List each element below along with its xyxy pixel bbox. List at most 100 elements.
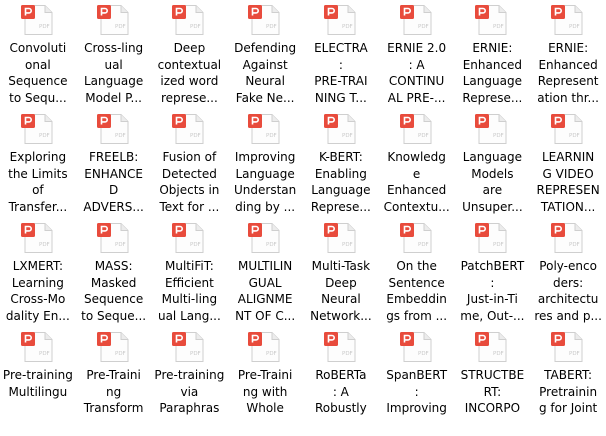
svg-text:PDF: PDF: [569, 351, 580, 357]
svg-text:PDF: PDF: [569, 133, 580, 139]
svg-text:PDF: PDF: [115, 24, 126, 30]
svg-text:PDF: PDF: [266, 351, 277, 357]
pdf-file-icon: PDF: [248, 332, 280, 362]
file-item[interactable]: PDF Defending Against Neural Fake Ne...: [227, 0, 303, 109]
file-item[interactable]: PDF RoBERTa : A Robustly: [303, 327, 379, 436]
pdf-file-icon: PDF: [475, 114, 507, 144]
svg-text:PDF: PDF: [569, 24, 580, 30]
file-name: Fusion of Detected Objects in Text for .…: [159, 150, 220, 214]
pdf-file-icon: PDF: [172, 332, 204, 362]
file-item[interactable]: PDF ERNIE 2.0 : A CONTINU AL PRE-...: [379, 0, 455, 109]
svg-text:PDF: PDF: [266, 133, 277, 139]
file-name: Multi-Task Deep Neural Network...: [310, 259, 372, 323]
file-name: LXMERT: Learning Cross-Mo dality En...: [5, 259, 70, 323]
file-item[interactable]: PDF MULTILIN GUAL ALIGNME NT OF C...: [227, 218, 303, 327]
file-item[interactable]: PDF Pre-Traini ng with Whole: [227, 327, 303, 436]
svg-text:PDF: PDF: [115, 133, 126, 139]
file-item[interactable]: PDF Knowledg e Enhanced Contextu...: [379, 109, 455, 218]
file-item[interactable]: PDF Poly-enco ders: architectu res and p.…: [530, 218, 606, 327]
file-name: ERNIE: Enhanced Language Represe...: [462, 41, 523, 105]
file-item[interactable]: PDF Deep contextual ized word represe...: [152, 0, 228, 109]
svg-text:PDF: PDF: [39, 133, 50, 139]
pdf-file-icon: PDF: [172, 114, 204, 144]
file-name: K-BERT: Enabling Language Represe...: [310, 150, 371, 214]
pdf-file-icon: PDF: [248, 114, 280, 144]
pdf-file-icon: PDF: [96, 5, 129, 35]
file-name: Poly-enco ders: architectu res and p...: [534, 259, 602, 323]
svg-text:PDF: PDF: [190, 24, 201, 30]
pdf-file-icon: PDF: [399, 332, 432, 362]
file-item[interactable]: PDF ERNIE: Enhanced Language Represe...: [455, 0, 531, 109]
file-item[interactable]: PDF Cross-ling ual Language Model P...: [76, 0, 152, 109]
svg-text:PDF: PDF: [493, 242, 504, 248]
file-name: Cross-ling ual Language Model P...: [84, 41, 144, 105]
svg-text:PDF: PDF: [39, 24, 50, 30]
svg-text:PDF: PDF: [115, 351, 126, 357]
file-item[interactable]: PDF Exploring the Limits of Transfer...: [0, 109, 76, 218]
file-grid: PDF Convoluti onal Sequence to Sequ... PDF…: [0, 0, 606, 418]
file-item[interactable]: PDF LEARNIN G VIDEO REPRESEN TATION...: [530, 109, 606, 218]
file-name: Language Models are Unsuper...: [462, 150, 523, 214]
svg-text:PDF: PDF: [266, 242, 277, 248]
file-item[interactable]: PDF SpanBERT : Improving: [379, 327, 455, 436]
file-item[interactable]: PDF TABERT: Pretrainin g for Joint: [530, 327, 606, 436]
file-item[interactable]: PDF Improving Language Understan ding by …: [227, 109, 303, 218]
svg-text:PDF: PDF: [418, 242, 429, 248]
svg-text:PDF: PDF: [39, 351, 50, 357]
pdf-file-icon: PDF: [399, 223, 432, 253]
pdf-file-icon: PDF: [551, 332, 583, 362]
file-item[interactable]: PDF Fusion of Detected Objects in Text fo…: [152, 109, 228, 218]
pdf-file-icon: PDF: [551, 114, 583, 144]
file-name: LEARNIN G VIDEO REPRESEN TATION...: [536, 150, 600, 214]
file-item[interactable]: PDF FREELB: ENHANCE D ADVERS...: [76, 109, 152, 218]
file-name: SpanBERT : Improving: [386, 368, 448, 415]
file-item[interactable]: PDF ELECTRA : PRE-TRAI NING T...: [303, 0, 379, 109]
pdf-file-icon: PDF: [20, 223, 53, 253]
file-name: Deep contextual ized word represe...: [157, 41, 222, 105]
svg-text:PDF: PDF: [418, 351, 429, 357]
pdf-file-icon: PDF: [248, 5, 280, 35]
file-item[interactable]: PDF MASS: Masked Sequence to Seque...: [76, 218, 152, 327]
file-item[interactable]: PDF PatchBERT : Just-in-Ti me, Out-...: [455, 218, 531, 327]
file-item[interactable]: PDF Multi-Task Deep Neural Network...: [303, 218, 379, 327]
svg-text:PDF: PDF: [493, 133, 504, 139]
svg-text:PDF: PDF: [190, 133, 201, 139]
file-item[interactable]: PDF LXMERT: Learning Cross-Mo dality En..…: [0, 218, 76, 327]
file-item[interactable]: PDF On the Sentence Embeddin gs from ...: [379, 218, 455, 327]
pdf-file-icon: PDF: [475, 223, 507, 253]
file-item[interactable]: PDF Convoluti onal Sequence to Sequ...: [0, 0, 76, 109]
file-name: Pre-Traini ng with Whole: [237, 368, 293, 415]
svg-text:PDF: PDF: [569, 242, 580, 248]
file-item[interactable]: PDF Pre-Traini ng Transform: [76, 327, 152, 436]
file-item[interactable]: PDF STRUCTBE RT: INCORPO: [455, 327, 531, 436]
file-name: Improving Language Understan ding by ...: [234, 150, 297, 214]
file-name: MULTILIN GUAL ALIGNME NT OF C...: [235, 259, 296, 323]
file-name: ERNIE 2.0 : A CONTINU AL PRE-...: [387, 41, 447, 105]
file-name: Pre-training Multilingu: [2, 368, 73, 399]
svg-text:PDF: PDF: [342, 351, 353, 357]
file-name: Defending Against Neural Fake Ne...: [234, 41, 297, 105]
file-item[interactable]: PDF Pre-training via Paraphras: [152, 327, 228, 436]
pdf-file-icon: PDF: [551, 5, 583, 35]
pdf-file-icon: PDF: [20, 332, 53, 362]
pdf-file-icon: PDF: [323, 114, 356, 144]
svg-text:PDF: PDF: [266, 24, 277, 30]
pdf-file-icon: PDF: [20, 114, 53, 144]
file-item[interactable]: PDF Pre-training Multilingu: [0, 327, 76, 436]
pdf-file-icon: PDF: [551, 223, 583, 253]
file-item[interactable]: PDF MultiFiT: Efficient Multi-ling ual La…: [152, 218, 228, 327]
file-item[interactable]: PDF ERNIE: Enhanced Represent ation thr..…: [530, 0, 606, 109]
file-item[interactable]: PDF Language Models are Unsuper...: [455, 109, 531, 218]
pdf-file-icon: PDF: [323, 5, 356, 35]
file-name: MASS: Masked Sequence to Seque...: [81, 259, 147, 323]
file-item[interactable]: PDF K-BERT: Enabling Language Represe...: [303, 109, 379, 218]
svg-text:PDF: PDF: [342, 242, 353, 248]
svg-text:PDF: PDF: [418, 133, 429, 139]
svg-text:PDF: PDF: [190, 351, 201, 357]
pdf-file-icon: PDF: [399, 5, 432, 35]
file-name: Convoluti onal Sequence to Sequ...: [8, 41, 68, 105]
pdf-file-icon: PDF: [323, 332, 356, 362]
file-name: On the Sentence Embeddin gs from ...: [386, 259, 448, 323]
file-name: RoBERTa : A Robustly: [314, 368, 367, 415]
pdf-file-icon: PDF: [172, 5, 204, 35]
